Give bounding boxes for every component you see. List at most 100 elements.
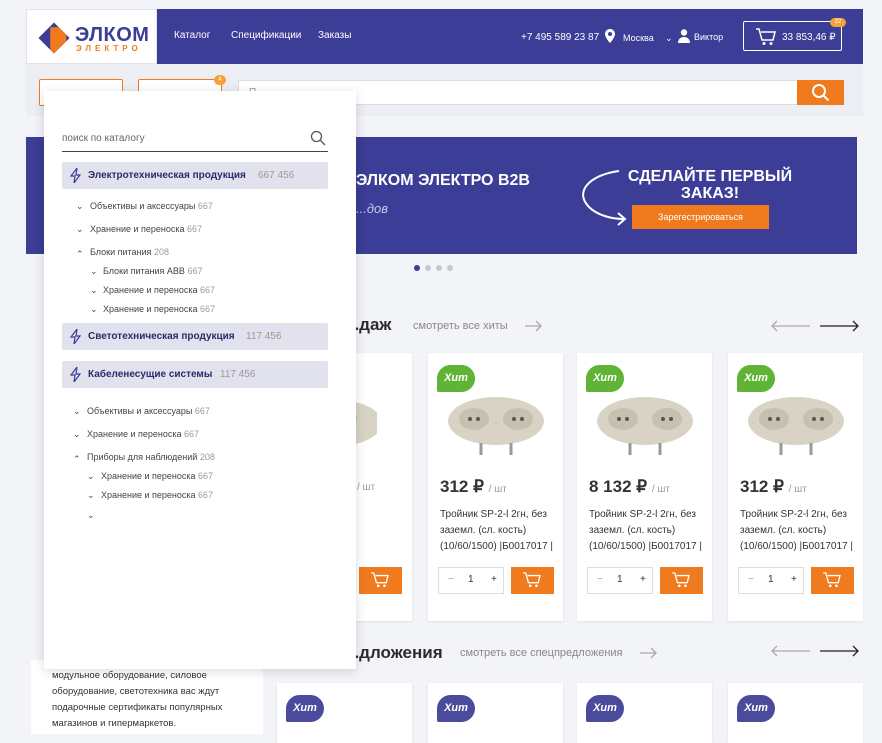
price-value: 312 ₽ bbox=[440, 477, 484, 496]
price-unit: / шт bbox=[488, 484, 507, 495]
arrow-right-icon[interactable] bbox=[525, 320, 543, 332]
city-selector[interactable]: Москва bbox=[623, 33, 654, 43]
nav-orders[interactable]: Заказы bbox=[318, 30, 351, 41]
add-to-cart-button[interactable] bbox=[811, 567, 854, 594]
logo[interactable]: ЭЛКОМ ЭЛЕКТРО bbox=[26, 9, 157, 64]
hit-badge: Хит bbox=[286, 695, 324, 722]
subcategory-item[interactable]: Хранение и переноска 667 bbox=[90, 224, 202, 234]
hits-link[interactable]: смотреть все хиты bbox=[413, 320, 508, 332]
product-description[interactable]: Тройник SP-2-l 2гн, без заземл. (сл. кос… bbox=[589, 507, 707, 557]
plus-icon[interactable]: + bbox=[791, 574, 797, 585]
subcategory-item[interactable]: Приборы для наблюдений 208 bbox=[87, 452, 215, 462]
add-to-cart-button[interactable] bbox=[359, 567, 402, 594]
search-icon bbox=[812, 84, 830, 102]
subcategory-item[interactable]: Хранение и переноска 667 bbox=[103, 304, 215, 314]
cart-total: 33 853,46 ₽ bbox=[782, 32, 836, 43]
chevron-down-icon[interactable]: ⌄ bbox=[665, 33, 673, 44]
category-count: 117 456 bbox=[246, 331, 282, 342]
product-card[interactable]: Хит 8 132 ₽ / шт Тройник SP-2-l 2гн, без… bbox=[577, 353, 712, 621]
chevron-down-icon[interactable]: ⌄ bbox=[90, 285, 100, 296]
add-to-cart-button[interactable] bbox=[511, 567, 554, 594]
product-price: 312 ₽ / шт bbox=[740, 477, 807, 497]
subcategory-item[interactable]: Хранение и переноска 667 bbox=[103, 285, 215, 295]
special-section-title: ...дложения bbox=[345, 643, 443, 662]
subcategory-item[interactable]: Блоки питания ABB 667 bbox=[103, 266, 202, 276]
nav-catalog[interactable]: Каталог bbox=[174, 30, 210, 41]
quantity-stepper[interactable]: − 1 + bbox=[738, 567, 804, 594]
product-image bbox=[748, 397, 844, 455]
minus-icon[interactable]: − bbox=[748, 574, 754, 585]
catalog-dropdown: поиск по каталогу Электротехническая про… bbox=[44, 91, 356, 669]
nav-specifications[interactable]: Спецификации bbox=[231, 30, 301, 41]
slider-next-icon[interactable] bbox=[820, 645, 860, 657]
chevron-down-icon[interactable]: ⌄ bbox=[76, 201, 86, 212]
category-lighting[interactable]: Светотехническая продукция 117 456 bbox=[62, 323, 328, 350]
banner-subtitle: ...дов bbox=[356, 201, 389, 216]
catalog-search-input[interactable]: поиск по каталогу bbox=[62, 128, 328, 152]
chevron-up-icon[interactable]: ⌃ bbox=[76, 249, 86, 260]
price-unit: / шт bbox=[651, 484, 670, 495]
lightning-icon bbox=[70, 329, 82, 344]
subcategory-item[interactable]: Объективы и аксессуары 667 bbox=[90, 201, 213, 211]
quantity-value[interactable]: 1 bbox=[617, 574, 623, 585]
quantity-value[interactable]: 1 bbox=[768, 574, 774, 585]
category-name: Электротехническая продукция bbox=[88, 170, 246, 181]
carousel-dot[interactable] bbox=[436, 265, 442, 271]
chevron-down-icon[interactable]: ⌄ bbox=[73, 406, 83, 417]
subcategory-item[interactable]: Хранение и переноска 667 bbox=[87, 429, 199, 439]
plus-icon[interactable]: + bbox=[491, 574, 497, 585]
category-cable[interactable]: Кабеленесущие системы 117 456 bbox=[62, 361, 328, 388]
lightning-icon bbox=[70, 367, 82, 382]
product-description[interactable]: Тройник SP-2-l 2гн, без заземл. (сл. кос… bbox=[440, 507, 558, 557]
slider-prev-icon[interactable] bbox=[770, 645, 810, 657]
search-button[interactable] bbox=[797, 80, 844, 105]
category-electrical[interactable]: Электротехническая продукция 667 456 bbox=[62, 162, 328, 189]
add-to-cart-button[interactable] bbox=[660, 567, 703, 594]
user-name[interactable]: Виктор bbox=[694, 32, 723, 42]
product-card[interactable]: Хит 312 ₽ / шт Тройник SP-2-l 2гн, без з… bbox=[428, 353, 563, 621]
chevron-down-icon[interactable]: ⌄ bbox=[76, 224, 86, 235]
quantity-value[interactable]: 1 bbox=[468, 574, 474, 585]
cart-icon bbox=[672, 572, 690, 588]
slider-next-icon[interactable] bbox=[820, 320, 860, 332]
quantity-stepper[interactable]: − 1 + bbox=[438, 567, 504, 594]
chevron-up-icon[interactable]: ⌃ bbox=[73, 454, 83, 465]
quantity-stepper[interactable]: − 1 + bbox=[587, 567, 653, 594]
subcategory-item[interactable]: Объективы и аксессуары 667 bbox=[87, 406, 210, 416]
chevron-down-icon[interactable]: ⌄ bbox=[87, 510, 97, 521]
carousel-dot[interactable] bbox=[425, 265, 431, 271]
category-count: 117 456 bbox=[220, 369, 256, 380]
subcategory-item[interactable]: Хранение и переноска 667 bbox=[101, 490, 213, 500]
product-card[interactable]: Хит 312 ₽ / шт Тройник SP-2-l 2гн, без з… bbox=[728, 353, 863, 621]
chevron-down-icon[interactable]: ⌄ bbox=[90, 304, 100, 315]
chevron-down-icon[interactable]: ⌄ bbox=[87, 490, 97, 501]
search-icon[interactable] bbox=[310, 130, 326, 146]
carousel-dot-active[interactable] bbox=[414, 265, 420, 271]
subcategory-item[interactable]: Блоки питания 208 bbox=[90, 247, 169, 257]
register-button[interactable]: Зарегестрироваться bbox=[632, 205, 769, 229]
minus-icon[interactable]: − bbox=[597, 574, 603, 585]
hit-badge: Хит bbox=[437, 695, 475, 722]
chevron-down-icon[interactable]: ⌄ bbox=[90, 266, 100, 277]
product-card[interactable]: Хит bbox=[577, 683, 712, 743]
carousel-dot[interactable] bbox=[447, 265, 453, 271]
chevron-down-icon[interactable]: ⌄ bbox=[73, 429, 83, 440]
cart-icon bbox=[371, 572, 389, 588]
slider-prev-icon[interactable] bbox=[770, 320, 810, 332]
arrow-right-icon[interactable] bbox=[640, 647, 658, 659]
product-card[interactable]: Хит bbox=[277, 683, 412, 743]
hit-badge: Хит bbox=[586, 695, 624, 722]
minus-icon[interactable]: − bbox=[448, 574, 454, 585]
subcategory-item[interactable]: Хранение и переноска 667 bbox=[101, 471, 213, 481]
cart-button[interactable]: 33 853,46 ₽ 22 bbox=[743, 18, 846, 51]
product-card[interactable]: Хит bbox=[728, 683, 863, 743]
product-card[interactable]: Хит bbox=[428, 683, 563, 743]
cart-icon bbox=[823, 572, 841, 588]
special-link[interactable]: смотреть все спецпредложения bbox=[460, 647, 623, 659]
plus-icon[interactable]: + bbox=[640, 574, 646, 585]
chevron-down-icon[interactable]: ⌄ bbox=[87, 471, 97, 482]
phone-number[interactable]: +7 495 589 23 87 bbox=[521, 32, 599, 43]
product-description[interactable]: Тройник SP-2-l 2гн, без заземл. (сл. кос… bbox=[740, 507, 858, 557]
cart-icon bbox=[523, 572, 541, 588]
aside-promo: модульное оборудование, силовое оборудов… bbox=[31, 660, 263, 734]
